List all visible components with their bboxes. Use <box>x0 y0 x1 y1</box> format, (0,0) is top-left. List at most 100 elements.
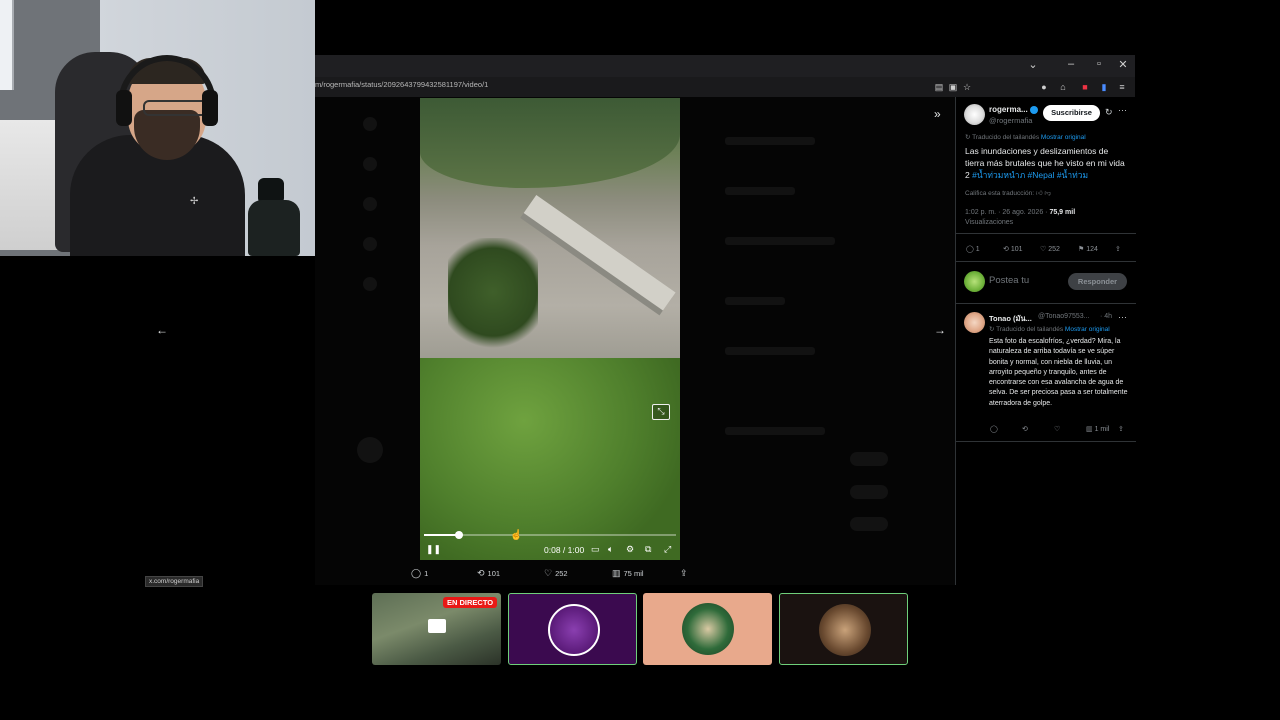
show-original-link[interactable]: Mostrar original <box>1041 134 1086 141</box>
screen-share-icon <box>428 619 446 633</box>
volume-icon[interactable]: 🔈︎ <box>608 544 613 555</box>
ghost-line <box>725 427 825 435</box>
views-action[interactable]: ▥ 1 mil <box>1086 425 1109 433</box>
restore-icon[interactable]: ▫ <box>1091 58 1107 70</box>
reply-input[interactable]: Postea tu <box>989 275 1029 286</box>
grok-icon[interactable]: ↻ <box>1105 107 1113 118</box>
reply-author-avatar[interactable] <box>964 312 985 333</box>
heart-icon: ♡ <box>1040 246 1049 253</box>
share-icon[interactable]: ⇪ <box>1115 245 1121 253</box>
repost-icon[interactable]: ⟲ <box>1022 425 1028 433</box>
ghost-icon <box>363 237 377 251</box>
minimize-icon[interactable]: – <box>1063 58 1079 70</box>
translated-from-label: Traducido del tailandés <box>996 326 1064 333</box>
stream-thumbnail-avatar[interactable] <box>643 593 772 665</box>
author-avatar[interactable] <box>964 104 985 125</box>
repost-action[interactable]: ⟲ 101 <box>477 568 500 579</box>
reply-count: 1 <box>424 569 429 578</box>
views-chart-icon: ▥ <box>1086 426 1095 433</box>
tweet-meta: 1:02 p. m. · 26 ago. 2026 · 75,9 mil <box>965 209 1075 216</box>
reply-author-handle[interactable]: @Tonao97553... <box>1038 313 1089 320</box>
share-icon[interactable]: ⇪ <box>680 568 691 579</box>
like-action[interactable]: ♡ 252 <box>1040 245 1060 253</box>
heart-icon[interactable]: ♡ <box>1054 425 1060 433</box>
divider <box>956 233 1136 234</box>
fullscreen-icon[interactable]: ⤢ <box>664 544 671 555</box>
video-frame-vegetation <box>420 358 680 560</box>
captions-icon[interactable]: ▭ <box>591 544 600 555</box>
like-action[interactable]: ♡ 252 <box>544 568 568 579</box>
reply-action[interactable]: ◯ 1 <box>411 568 428 579</box>
pause-icon[interactable]: ❚❚ <box>426 544 441 555</box>
author-handle[interactable]: @rogermafia <box>989 116 1032 125</box>
repost-action[interactable]: ⟲ 101 <box>1003 245 1023 253</box>
bottle <box>248 200 300 256</box>
repost-count: 101 <box>1010 246 1023 253</box>
heart-icon: ♡ <box>544 568 553 578</box>
tweet-views-count: 75,9 mil <box>1049 209 1076 216</box>
close-icon[interactable]: ✕ <box>1115 58 1131 71</box>
ghost-button <box>850 517 888 531</box>
menu-icon[interactable]: ≡ <box>1117 82 1127 92</box>
video-player[interactable]: ⤡ ☝ ❚❚ 0:08 / 1:00 ▭ 🔈︎ ⚙ ⧉ ⤢ <box>420 98 680 560</box>
rate-translation-label: Califica esta traducción: <box>965 190 1035 197</box>
more-options-icon[interactable]: ··· <box>1118 312 1127 322</box>
reply-action[interactable]: ◯ 1 <box>966 245 980 253</box>
stream-thumbnail-camera[interactable] <box>779 593 908 665</box>
share-icon[interactable]: ⇪ <box>1118 425 1124 433</box>
bookmark-star-icon[interactable]: ☆ <box>962 82 972 92</box>
next-arrow-icon[interactable]: → <box>934 323 946 337</box>
repost-icon: ⟲ <box>1003 246 1011 253</box>
address-bar[interactable]: m/rogermafia/status/2092643799432581197/… <box>315 77 1135 97</box>
more-options-icon[interactable]: ··· <box>1118 105 1127 115</box>
bookmark-action[interactable]: ⚑ 124 <box>1078 245 1098 253</box>
video-controls: ❚❚ 0:08 / 1:00 ▭ 🔈︎ ⚙ ⧉ ⤢ <box>420 542 680 560</box>
webcam-overlay: ✢ <box>0 0 315 256</box>
video-progress-bar[interactable] <box>424 531 676 539</box>
thumbs-down-icon[interactable]: 👎︎ <box>1043 190 1051 197</box>
extension-icon[interactable]: ● <box>1039 82 1049 92</box>
reply-icon: ◯ <box>966 246 976 253</box>
status-bar-url: x.com/rogermafia <box>145 576 204 587</box>
settings-gear-icon[interactable]: ⚙ <box>626 544 634 555</box>
divider <box>956 261 1136 262</box>
cartoon-avatar-icon <box>682 603 734 655</box>
chevron-down-icon[interactable]: ⌄ <box>1025 58 1041 71</box>
thumbs-up-icon[interactable]: 👍︎ <box>1036 190 1043 197</box>
divider <box>956 303 1136 304</box>
reply-icon[interactable]: ◯ <box>990 425 998 433</box>
tweet-text: Las inundaciones y deslizamientos de tie… <box>965 145 1125 181</box>
ghost-button <box>850 485 888 499</box>
post-actions-row: ◯ 1 ⟲ 101 ♡ 252 ▥ 75 mil ⇪ <box>405 568 695 582</box>
profile-icon[interactable]: ▮ <box>1099 82 1109 92</box>
ghost-line <box>725 347 815 355</box>
previous-arrow-icon[interactable]: ← <box>156 323 168 337</box>
translation-note: ↻ Traducido del tailandés Mostrar origin… <box>965 133 1086 141</box>
reader-icon[interactable]: ▤ <box>934 82 944 92</box>
window-frame <box>0 0 14 90</box>
picture-in-picture-icon[interactable]: ⤡ <box>652 404 670 420</box>
own-avatar[interactable] <box>964 271 985 292</box>
home-icon[interactable]: ⌂ <box>1058 82 1068 92</box>
tweet-timestamp[interactable]: 1:02 p. m. · 26 ago. 2026 · <box>965 209 1049 216</box>
reply-button[interactable]: Responder <box>1068 273 1127 290</box>
ghost-icon <box>363 197 377 211</box>
views-action[interactable]: ▥ 75 mil <box>612 568 644 579</box>
adblock-icon[interactable]: ■ <box>1080 82 1090 92</box>
screenshot-icon[interactable]: ▣ <box>948 82 958 92</box>
reply-icon: ◯ <box>411 568 422 578</box>
translated-from-label: Traducido del tailandés <box>972 134 1040 141</box>
stream-thumbnail-gaming[interactable] <box>508 593 637 665</box>
pip-mode-icon[interactable]: ⧉ <box>645 544 651 555</box>
video-progress-fill <box>424 534 460 536</box>
url-text[interactable]: m/rogermafia/status/2092643799432581197/… <box>315 80 488 89</box>
author-name[interactable]: rogerma... <box>989 105 1028 114</box>
reply-author-name[interactable]: Tonao (มัน... <box>989 313 1032 325</box>
ghost-icon <box>363 277 377 291</box>
subscribe-button[interactable]: Suscribirse <box>1043 105 1100 121</box>
reply-time[interactable]: · 4h <box>1100 313 1112 320</box>
reply-text: Esta foto da escalofríos, ¿verdad? Mira,… <box>989 338 1128 407</box>
collapse-panel-icon[interactable]: » <box>934 107 941 121</box>
tweet-hashtags[interactable]: #น้ำท่วมหนำภ #Nepal #น้ำท่วม <box>972 170 1088 180</box>
show-original-link[interactable]: Mostrar original <box>1065 326 1110 333</box>
